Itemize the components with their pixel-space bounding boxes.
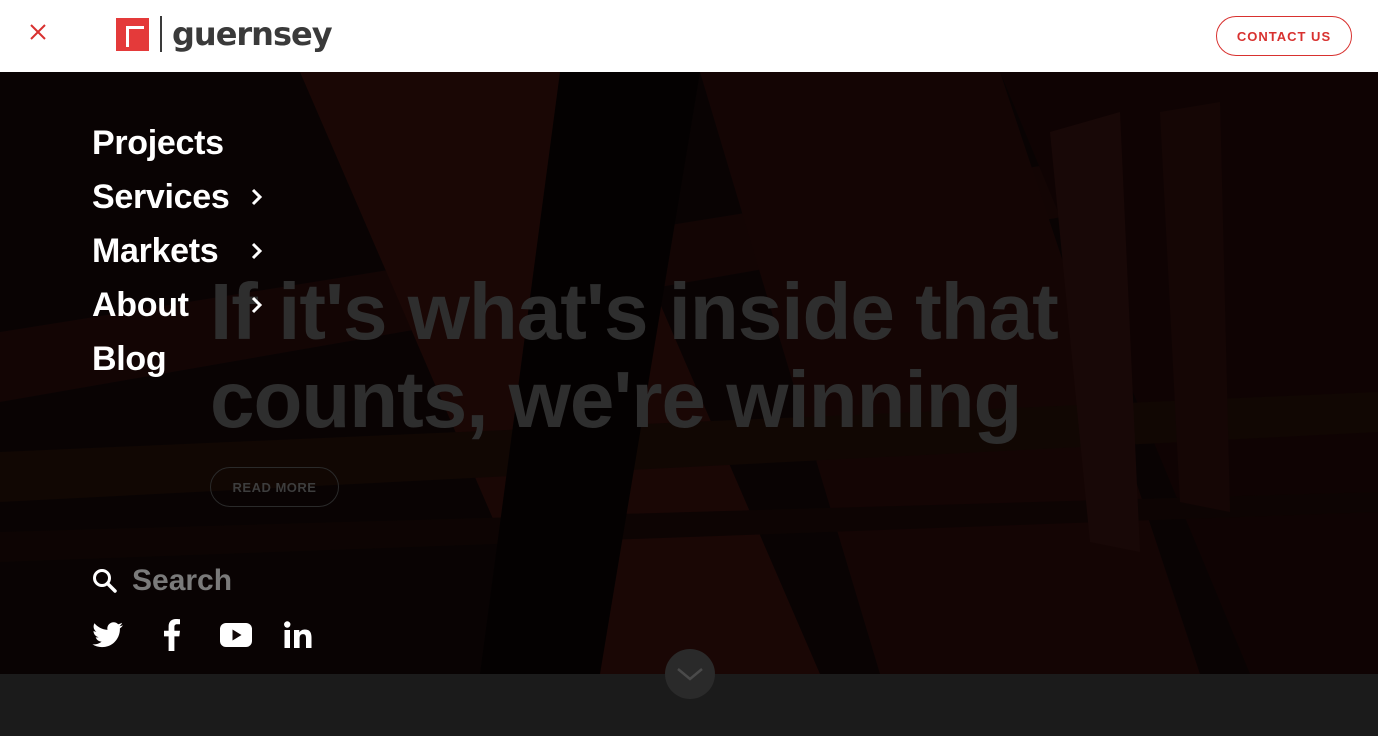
menu-item-label: About bbox=[92, 286, 189, 324]
twitter-icon[interactable] bbox=[92, 621, 124, 654]
logo-text: guernsey bbox=[172, 15, 333, 53]
menu-item-label: Services bbox=[92, 178, 230, 216]
guernsey-logo[interactable]: guernsey bbox=[116, 14, 333, 54]
menu-item-services[interactable]: Services bbox=[92, 170, 263, 224]
youtube-icon[interactable] bbox=[220, 623, 252, 652]
chevron-right-icon[interactable] bbox=[250, 188, 264, 206]
menu-item-label: Markets bbox=[92, 232, 219, 270]
chevron-right-icon[interactable] bbox=[250, 296, 264, 314]
facebook-icon[interactable] bbox=[164, 619, 181, 656]
chevron-right-icon[interactable] bbox=[250, 242, 264, 260]
menu-item-label: Blog bbox=[92, 340, 167, 378]
menu-item-markets[interactable]: Markets bbox=[92, 224, 263, 278]
search-icon bbox=[93, 569, 117, 593]
read-more-button[interactable]: READ MORE bbox=[210, 467, 339, 507]
menu-item-about[interactable]: About bbox=[92, 278, 263, 332]
chevron-down-icon bbox=[677, 668, 703, 681]
menu-search[interactable]: Search bbox=[92, 563, 232, 599]
search-input[interactable]: Search bbox=[132, 563, 232, 599]
hero-title: If it's what's inside that counts, we're… bbox=[210, 267, 1059, 444]
main-menu: Projects Services Markets About Blog bbox=[92, 116, 263, 386]
site-header: guernsey CONTACT US bbox=[0, 0, 1378, 72]
menu-item-projects[interactable]: Projects bbox=[92, 116, 230, 170]
hero-section: If it's what's inside that counts, we're… bbox=[0, 72, 1378, 674]
scroll-down-button[interactable] bbox=[665, 649, 715, 699]
logo-divider bbox=[160, 16, 162, 52]
linkedin-icon[interactable] bbox=[284, 621, 312, 654]
menu-item-blog[interactable]: Blog bbox=[92, 332, 230, 386]
contact-us-button[interactable]: CONTACT US bbox=[1216, 16, 1352, 56]
close-icon[interactable] bbox=[26, 20, 50, 44]
menu-item-label: Projects bbox=[92, 124, 224, 162]
logo-mark-icon bbox=[116, 17, 149, 51]
social-links bbox=[92, 619, 312, 656]
